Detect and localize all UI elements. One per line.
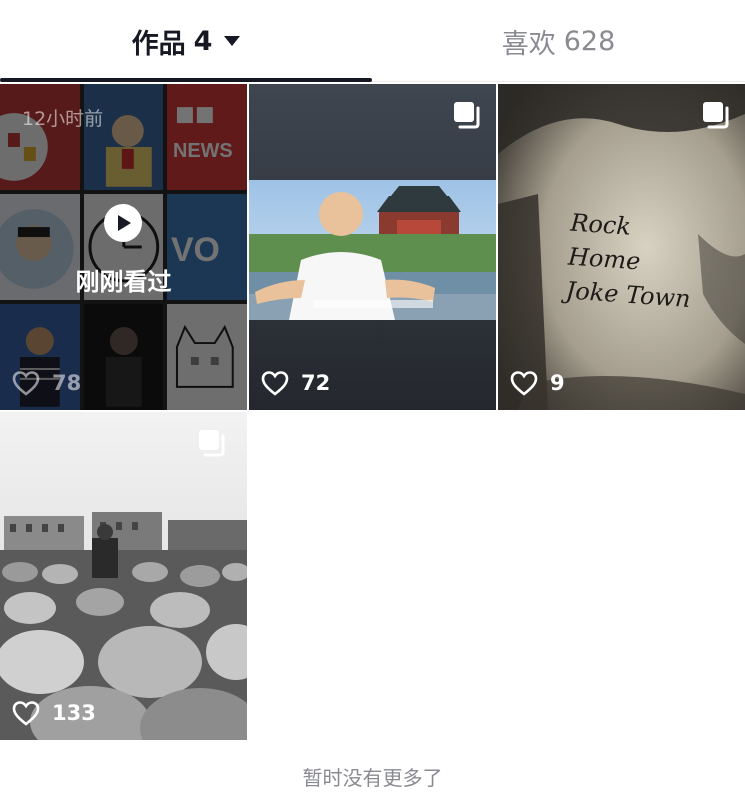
tab-likes-label: 喜欢 [501,28,556,60]
video-thumbnail [0,412,247,740]
like-count-value: 78 [52,371,82,395]
video-tile[interactable]: Rock Home Joke Town 9 [498,84,745,410]
video-tile[interactable]: NEWS VO 12小时前 刚刚看过 78 [0,84,247,410]
multi-image-icon [703,102,729,129]
watched-overlay [0,84,247,410]
multi-image-icon [199,430,225,457]
like-count-value: 9 [550,371,565,395]
like-count: 133 [12,700,96,726]
like-count-value: 72 [301,371,331,395]
time-ago-label: 12小时前 [22,108,104,130]
active-tab-indicator [0,78,372,82]
heart-outline-icon [12,371,40,396]
like-count: 72 [261,370,330,396]
heart-outline-icon [510,371,538,396]
tab-works-label: 作品 [131,28,186,60]
multi-image-icon [454,102,480,129]
profile-tabs: 作品 4 喜欢 628 [0,0,745,82]
recently-watched-label: 刚刚看过 [75,268,172,296]
no-more-content-label: 暂时没有更多了 [302,766,443,790]
like-count-value: 133 [52,701,96,725]
tab-likes[interactable]: 喜欢 628 [372,0,745,82]
like-count: 78 [12,370,81,396]
play-icon[interactable] [104,204,142,242]
heart-outline-icon [261,371,289,396]
video-thumbnail [249,84,496,410]
video-tile[interactable]: 72 [249,84,496,410]
like-count: 9 [510,370,565,396]
tab-works-count: 4 [193,25,213,57]
video-tile[interactable]: 133 [0,412,247,740]
caret-down-icon[interactable] [224,36,241,46]
wall-graffiti-text: Rock Home Joke Town [564,208,692,314]
tab-works[interactable]: 作品 4 [0,0,372,82]
tab-likes-count: 628 [563,25,616,57]
heart-outline-icon [12,701,40,726]
